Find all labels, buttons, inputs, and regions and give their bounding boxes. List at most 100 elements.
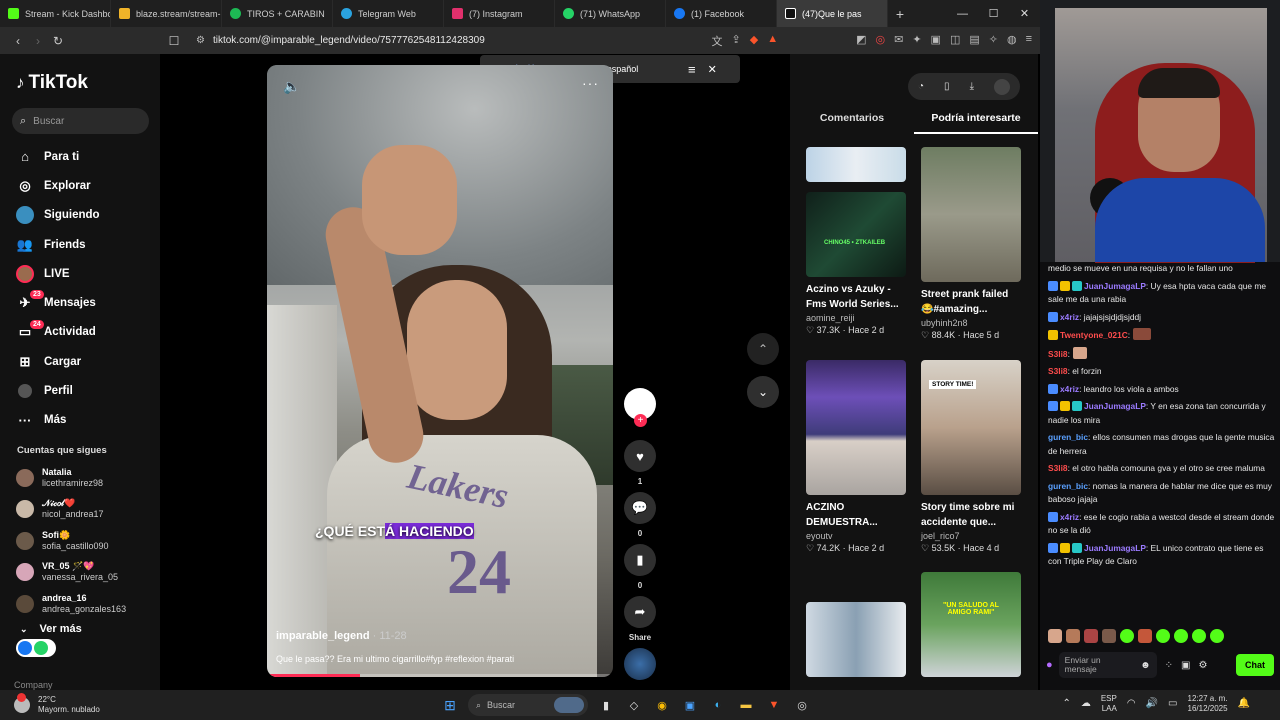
wifi-icon[interactable]: ◠ <box>1127 699 1136 709</box>
footer-company[interactable]: Company <box>14 680 53 690</box>
sidebar-toggle-icon[interactable]: ◫ <box>950 33 960 49</box>
extension-icon[interactable]: ◎ <box>875 33 885 49</box>
close-icon[interactable]: ✕ <box>708 63 717 76</box>
reload-icon[interactable]: ↻ <box>48 34 68 48</box>
following-item[interactable]: andrea_16 andrea_gonzales163 <box>12 588 148 620</box>
site-info-icon[interactable]: ⚙ <box>196 35 205 46</box>
nav-item-siguiendo[interactable]: Siguiendo <box>12 201 148 230</box>
nav-item-actividad[interactable]: ▭ Actividad 24 <box>12 318 148 347</box>
nav-item-explorar[interactable]: ◎ Explorar <box>12 171 148 200</box>
share-icon[interactable]: ⇪ <box>732 33 741 49</box>
nav-item-cargar[interactable]: ⊞ Cargar <box>12 347 148 376</box>
browser-tab[interactable]: (1) Facebook <box>666 0 777 27</box>
windows-start-icon[interactable]: ⊞ <box>440 695 460 715</box>
clock[interactable]: 12:27 a. m. 16/12/2025 <box>1188 694 1228 714</box>
back-icon[interactable]: ‹ <box>8 34 28 48</box>
emote-icon[interactable] <box>1048 629 1062 643</box>
chat-input[interactable]: Enviar un mensaje ☻ <box>1058 652 1157 678</box>
emoji-icon[interactable]: ☻ <box>1140 660 1151 670</box>
taskbar-search[interactable]: ⌕ Buscar <box>468 694 588 716</box>
brave-rewards-icon[interactable]: ▲ <box>767 33 778 49</box>
brave-icon[interactable]: ▼ <box>764 695 784 715</box>
chat-send-button[interactable]: Chat <box>1236 654 1274 676</box>
browser-tab-active[interactable]: (47)Que le pas <box>777 0 888 27</box>
emote-icon[interactable] <box>1210 629 1224 643</box>
related-card[interactable]: ACZINO DEMUESTRA... eyoutv ♡ 74.2K · Hac… <box>806 360 906 554</box>
settings-icon[interactable]: ⚙ <box>1199 660 1208 671</box>
tab-related[interactable]: Podría interesarte <box>914 110 1038 134</box>
nav-item-friends[interactable]: 👥 Friends <box>12 230 148 259</box>
widgets-icon[interactable]: ◇ <box>624 695 644 715</box>
users-icon[interactable]: ⁘ <box>1165 660 1173 671</box>
nav-item-mas[interactable]: ··· Más <box>12 406 148 435</box>
nav-item-mensajes[interactable]: ✈ Mensajes 23 <box>12 288 148 317</box>
menu-icon[interactable]: ≡ <box>1026 33 1032 49</box>
related-card[interactable]: STORY TIME! Story time sobre mi accident… <box>921 360 1021 554</box>
like-button[interactable]: ♥ <box>624 440 656 472</box>
emote-icon[interactable] <box>1102 629 1116 643</box>
emote-icon[interactable] <box>1192 629 1206 643</box>
nav-item-live[interactable]: LIVE <box>12 259 148 288</box>
get-app-toggle[interactable] <box>16 639 56 658</box>
emote-icon[interactable] <box>1156 629 1170 643</box>
previous-video-button[interactable]: ⌃ <box>747 333 779 365</box>
input-language[interactable]: ESP LAA <box>1101 694 1117 714</box>
following-item[interactable]: VR_05 🪄💖 vanessa_rivera_05 <box>12 556 148 588</box>
nav-item-perfil[interactable]: Perfil <box>12 376 148 405</box>
related-card[interactable]: CHINO45 • ZTKAILEB Aczino vs Azuky - Fms… <box>806 147 906 336</box>
notifications-icon[interactable]: 🔔 <box>1238 699 1250 709</box>
extension-icon[interactable]: ◩ <box>856 33 866 49</box>
download-icon[interactable]: ⤓ <box>970 81 974 92</box>
tray-app-icon[interactable]: ☁ <box>1081 699 1091 709</box>
related-card[interactable]: Street prank failed 😂#amazing... ubyhinh… <box>921 147 1021 341</box>
puzzle-icon[interactable]: ✦ <box>912 33 921 49</box>
clock-icon[interactable]: ◔ <box>918 81 924 92</box>
extension-icon[interactable]: ▣ <box>931 33 941 49</box>
new-tab-button[interactable]: + <box>888 6 912 22</box>
obs-icon[interactable]: ◎ <box>792 695 812 715</box>
browser-tab[interactable]: TIROS + CARABIN <box>222 0 333 27</box>
extension-icon[interactable]: ✉ <box>894 33 903 49</box>
task-view-icon[interactable]: ▮ <box>596 695 616 715</box>
browser-tab[interactable]: blaze.stream/stream- <box>111 0 222 27</box>
video-more-icon[interactable]: ··· <box>582 75 599 91</box>
creator-avatar[interactable]: + <box>624 388 656 427</box>
tiktok-logo[interactable]: ♪ TikTok <box>16 72 148 94</box>
following-item[interactable]: Sofi🌼 sofia_castillo090 <box>12 525 148 557</box>
see-more-button[interactable]: ⌄ Ver más <box>12 623 148 635</box>
vpn-icon[interactable]: ◍ <box>1007 33 1017 49</box>
bookmark-icon[interactable]: ☐ <box>164 34 184 48</box>
battery-icon[interactable]: ▭ <box>1168 699 1177 709</box>
leo-icon[interactable]: ✧ <box>989 33 998 49</box>
tab-comments[interactable]: Comentarios <box>790 110 914 134</box>
store-icon[interactable]: ▣ <box>680 695 700 715</box>
gift-icon[interactable]: ▣ <box>1181 660 1190 671</box>
emote-icon[interactable] <box>1066 629 1080 643</box>
emote-icon[interactable] <box>1120 629 1134 643</box>
save-button[interactable]: ▮ <box>624 544 656 576</box>
music-disc[interactable] <box>624 648 656 680</box>
emote-icon[interactable] <box>1174 629 1188 643</box>
brave-shield-icon[interactable]: ◆ <box>750 33 758 49</box>
maximize-icon[interactable]: ☐ <box>978 0 1009 27</box>
browser-tab[interactable]: (7) Instagram <box>444 0 555 27</box>
url-field[interactable]: ⚙ tiktok.com/@imparable_legend/video/757… <box>196 35 712 46</box>
emote-icon[interactable] <box>1084 629 1098 643</box>
follow-plus-icon[interactable]: + <box>634 414 647 427</box>
share-button[interactable]: ➦ <box>624 596 656 628</box>
following-item[interactable]: 𝒩𝒾𝒸𝑜𝓁❤️ nicol_andrea17 <box>12 493 148 525</box>
related-card[interactable]: "UN SALUDO AL AMIGO RAMI" <box>921 572 1021 677</box>
search-input[interactable]: ⌕ Buscar <box>12 108 149 134</box>
mic-icon[interactable]: ● <box>1046 659 1053 671</box>
video-player[interactable]: Lakers 24 🔈 ··· ¿QUÉ ESTÁ HACIENDO impar… <box>267 65 613 677</box>
edge-icon[interactable]: ◐ <box>708 695 728 715</box>
browser-tab[interactable]: (71) WhatsApp <box>555 0 666 27</box>
following-item[interactable]: Natalia licethramirez98 <box>12 462 148 494</box>
volume-icon[interactable]: 🔊 <box>1146 699 1158 709</box>
browser-tab[interactable]: Stream - Kick Dashbo <box>0 0 111 27</box>
translate-icon[interactable]: 文 <box>712 33 723 49</box>
nav-item-para-ti[interactable]: ⌂ Para ti <box>12 142 148 171</box>
volume-icon[interactable]: 🔈 <box>283 78 300 95</box>
chevron-up-icon[interactable]: ⌃ <box>1062 699 1070 709</box>
video-author[interactable]: imparable_legend · 11-28 <box>276 630 407 642</box>
